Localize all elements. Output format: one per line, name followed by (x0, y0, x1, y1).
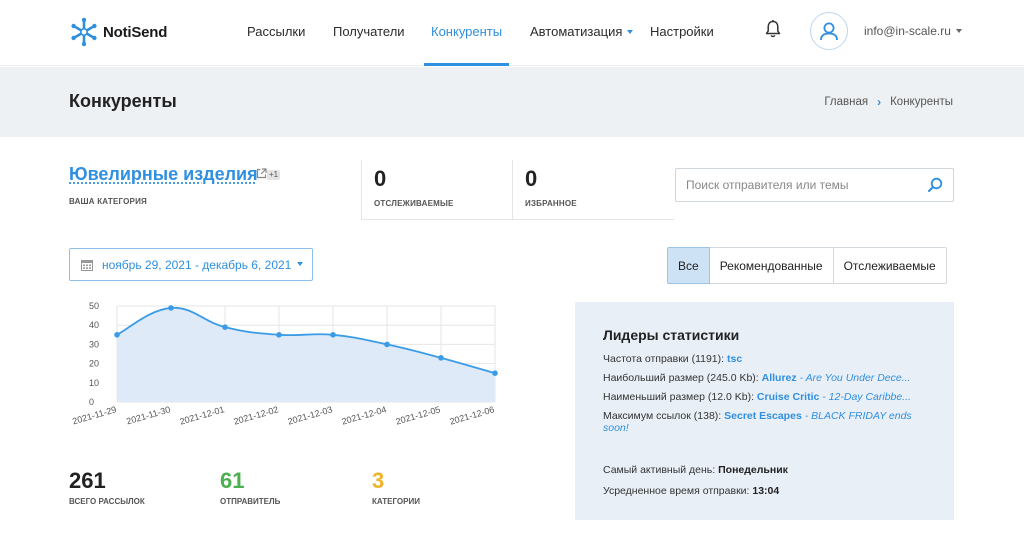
category-count-badge[interactable]: +1 (267, 170, 281, 180)
categories-value: 3 (372, 468, 385, 493)
filter-recommended[interactable]: Рекомендованные (708, 247, 834, 284)
date-range-picker[interactable]: ноябрь 29, 2021 - декабрь 6, 2021 (69, 248, 313, 281)
logo-snowflake-icon (71, 17, 97, 47)
date-range-text: ноябрь 29, 2021 - декабрь 6, 2021 (102, 257, 292, 272)
page-header-band: Конкуренты Главная › Конкуренты (0, 67, 1024, 137)
breadcrumb-chevron-icon: › (877, 95, 882, 109)
nav-settings[interactable]: Настройки (650, 24, 714, 39)
external-link-icon[interactable] (256, 168, 267, 179)
y-tick-label: 30 (89, 339, 99, 349)
leader-smallest: Наименьший размер (12.0 Kb): Cruise Crit… (603, 391, 923, 403)
leader-smallest-sender[interactable]: Cruise Critic (757, 391, 819, 403)
nav-mailings[interactable]: Рассылки (247, 24, 305, 39)
favorites-count: 0 (525, 166, 538, 191)
x-tick-label: 2021-12-04 (341, 404, 388, 426)
calendar-icon (81, 259, 93, 271)
x-tick-label: 2021-12-06 (449, 404, 496, 426)
divider (512, 160, 513, 220)
x-tick-label: 2021-11-30 (125, 404, 171, 426)
total-mailings-value: 261 (69, 468, 106, 493)
leader-frequency-label: Частота отправки (1191): (603, 353, 725, 365)
x-tick-label: 2021-12-02 (233, 404, 280, 426)
leader-largest-label: Наибольший размер (245.0 Kb): (603, 372, 759, 384)
y-tick-label: 10 (89, 378, 99, 388)
category-title-link[interactable]: Ювелирные изделия (69, 164, 258, 185)
x-tick-label: 2021-12-01 (179, 404, 226, 426)
data-point (330, 332, 336, 338)
search-box (675, 168, 954, 202)
breadcrumb-current: Конкуренты (890, 96, 953, 108)
data-point (168, 305, 174, 311)
leader-links: Максимум ссылок (138): Secret Escapes - … (603, 410, 923, 434)
data-point (222, 324, 228, 330)
leader-links-sender[interactable]: Secret Escapes (724, 410, 802, 422)
x-tick-label: 2021-12-05 (395, 404, 442, 426)
divider (361, 160, 362, 220)
leader-smallest-subject[interactable]: - 12-Day Caribbe... (822, 391, 911, 403)
user-icon (820, 22, 838, 41)
nav-automation-label: Автоматизация (530, 24, 623, 39)
leader-frequency: Частота отправки (1191): tsc (603, 353, 923, 365)
nav-automation[interactable]: Автоматизация (530, 24, 634, 39)
senders-label: ОТПРАВИТЕЛЬ (220, 497, 281, 506)
breadcrumb-home[interactable]: Главная (824, 96, 868, 108)
logo-text: NotiSend (103, 23, 168, 41)
filter-all[interactable]: Все (667, 247, 710, 284)
data-point (276, 332, 282, 338)
avatar[interactable] (810, 12, 848, 50)
leader-links-label: Максимум ссылок (138): (603, 410, 722, 422)
breadcrumb: Главная › Конкуренты (824, 95, 953, 109)
data-point (438, 355, 444, 361)
leader-active-day: Самый активный день: Понедельник (603, 464, 923, 476)
user-email: info@in-scale.ru (864, 24, 951, 38)
data-point (114, 332, 120, 338)
x-tick-label: 2021-12-03 (287, 404, 334, 426)
tracked-label: ОТСЛЕЖИВАЕМЫЕ (374, 199, 454, 208)
nav-competitors[interactable]: Конкуренты (431, 24, 502, 39)
filter-tabs: Все Рекомендованные Отслеживаемые (667, 247, 947, 284)
y-tick-label: 0 (89, 397, 94, 407)
leader-largest: Наибольший размер (245.0 Kb): Allurez - … (603, 372, 923, 384)
divider (361, 219, 674, 220)
leader-active-day-label: Самый активный день: (603, 464, 716, 476)
data-point (492, 370, 498, 376)
caret-down-icon (955, 28, 962, 33)
mailings-chart: 0 10 20 30 40 50 2021-11-29 2021-11-30 2021-12-0… (71, 301, 498, 427)
leader-frequency-link[interactable]: tsc (727, 353, 742, 365)
leaders-panel: Лидеры статистики Частота отправки (1191… (575, 302, 954, 520)
total-mailings-label: ВСЕГО РАССЫЛОК (69, 497, 145, 506)
leader-avg-time: Усредненное время отправки: 13:04 (603, 485, 923, 497)
leader-avg-time-value: 13:04 (752, 485, 780, 497)
leader-active-day-value: Понедельник (718, 464, 788, 476)
bell-icon[interactable] (764, 19, 782, 39)
nav-active-indicator (424, 63, 509, 66)
leader-largest-subject[interactable]: - Are You Under Dece... (800, 372, 911, 384)
filter-tracked[interactable]: Отслеживаемые (832, 247, 947, 284)
data-point (384, 341, 390, 348)
nav-recipients[interactable]: Получатели (333, 24, 405, 39)
senders-value: 61 (220, 468, 245, 493)
favorites-label: ИЗБРАННОЕ (525, 199, 577, 208)
y-tick-label: 20 (89, 359, 99, 369)
caret-down-icon (627, 29, 634, 34)
caret-down-icon (297, 261, 304, 266)
series-area (117, 307, 495, 402)
y-tick-label: 40 (89, 320, 99, 330)
x-tick-label: 2021-11-29 (71, 404, 117, 426)
page-title: Конкуренты (69, 91, 177, 111)
leader-smallest-label: Наименьший размер (12.0 Kb): (603, 391, 754, 403)
search-icon[interactable] (927, 177, 943, 193)
logo[interactable]: NotiSend (69, 17, 167, 47)
leader-largest-sender[interactable]: Allurez (762, 372, 797, 384)
user-menu[interactable]: info@in-scale.ru (864, 24, 962, 38)
top-header: NotiSend Рассылки Получатели Конкуренты … (0, 0, 1024, 66)
leader-avg-time-label: Усредненное время отправки: (603, 485, 750, 497)
search-input[interactable] (676, 169, 916, 201)
tracked-count: 0 (374, 166, 387, 191)
y-tick-label: 50 (89, 301, 99, 311)
categories-label: КАТЕГОРИИ (372, 497, 420, 506)
category-label: ВАША КАТЕГОРИЯ (69, 197, 147, 206)
leaders-title: Лидеры статистики (603, 327, 740, 343)
